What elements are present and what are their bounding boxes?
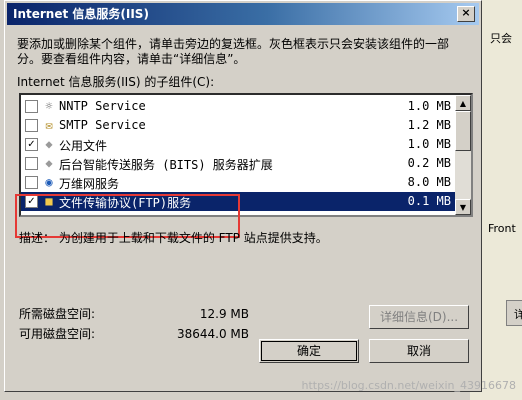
news-icon: ☼ (45, 99, 53, 113)
required-disk-value: 12.9 MB (199, 307, 249, 321)
close-icon: × (461, 6, 471, 19)
component-size: 1.0 MB (407, 137, 451, 151)
component-name: 后台智能传送服务 (BITS) 服务器扩展 (59, 158, 273, 172)
available-disk-value: 38644.0 MB (176, 327, 249, 341)
iis-components-dialog: Internet 信息服务(IIS) × 要添加或删除某个组件，请单击旁边的复选… (4, 0, 482, 392)
component-description: 描述： 为创建用于上载和下载文件的 FTP 站点提供支持。 (19, 231, 328, 245)
list-item-ftp[interactable]: ✓ ■ 文件传输协议(FTP)服务 0.1 MB (21, 192, 457, 211)
component-name: SMTP Service (59, 118, 146, 132)
vertical-scrollbar[interactable]: ▲ ▼ (455, 95, 471, 215)
close-button[interactable]: × (457, 6, 475, 22)
window-title: Internet 信息服务(IIS) (13, 7, 149, 21)
scroll-up-button[interactable]: ▲ (455, 95, 471, 111)
background-text: Front (488, 222, 516, 235)
subcomponents-label: Internet 信息服务(IIS) 的子组件(C): (17, 75, 215, 89)
component-name: NNTP Service (59, 99, 146, 113)
component-size: 0.1 MB (407, 194, 451, 208)
folder-icon: ■ (45, 194, 53, 208)
list-item-common-files[interactable]: ✓ ◆ 公用文件 1.0 MB (21, 135, 457, 154)
mail-icon: ✉ (45, 118, 53, 132)
component-checkbox[interactable] (25, 119, 38, 132)
component-name: 公用文件 (59, 139, 108, 153)
component-size: 1.2 MB (407, 118, 451, 132)
available-disk-space: 可用磁盘空间: 38644.0 MB (19, 325, 249, 342)
component-checkbox[interactable] (25, 157, 38, 170)
component-name: 文件传输协议(FTP)服务 (59, 196, 192, 210)
background-text: 只会 (490, 32, 512, 45)
component-checkbox[interactable]: ✓ (25, 138, 38, 151)
details-button[interactable]: 详细信息(D)... (369, 305, 469, 329)
cancel-button[interactable]: 取消 (369, 339, 469, 363)
diamond-icon: ◆ (45, 137, 53, 151)
required-disk-space: 所需磁盘空间: 12.9 MB (19, 305, 249, 322)
instructions-text: 要添加或删除某个组件，请单击旁边的复选框。灰色框表示只会安装该组件的一部分。要查… (17, 37, 450, 66)
ok-button[interactable]: 确定 (259, 339, 359, 363)
component-size: 1.0 MB (407, 99, 451, 113)
list-item-smtp[interactable]: ✉ SMTP Service 1.2 MB (21, 116, 457, 135)
background-text: 详 (514, 308, 522, 321)
component-checkbox[interactable] (25, 176, 38, 189)
component-checkbox[interactable]: ✓ (25, 195, 38, 208)
watermark-text: https://blog.csdn.net/weixin_43916678 (301, 379, 516, 392)
required-disk-label: 所需磁盘空间: (19, 307, 96, 321)
component-size: 8.0 MB (407, 175, 451, 189)
available-disk-label: 可用磁盘空间: (19, 327, 96, 341)
list-item-nntp[interactable]: ☼ NNTP Service 1.0 MB (21, 97, 457, 116)
scroll-thumb[interactable] (455, 111, 471, 151)
list-item-bits[interactable]: ◆ 后台智能传送服务 (BITS) 服务器扩展 0.2 MB (21, 154, 457, 173)
component-checkbox[interactable] (25, 100, 38, 113)
component-name: 万维网服务 (59, 177, 120, 191)
list-item-www[interactable]: ◉ 万维网服务 8.0 MB (21, 173, 457, 192)
globe-icon: ◉ (45, 175, 53, 189)
diamond-icon: ◆ (45, 156, 53, 170)
scroll-down-button[interactable]: ▼ (455, 199, 471, 215)
component-size: 0.2 MB (407, 156, 451, 170)
components-list[interactable]: ☼ NNTP Service 1.0 MB ✉ SMTP Service 1.2… (19, 93, 473, 217)
title-bar: Internet 信息服务(IIS) × (7, 3, 479, 25)
